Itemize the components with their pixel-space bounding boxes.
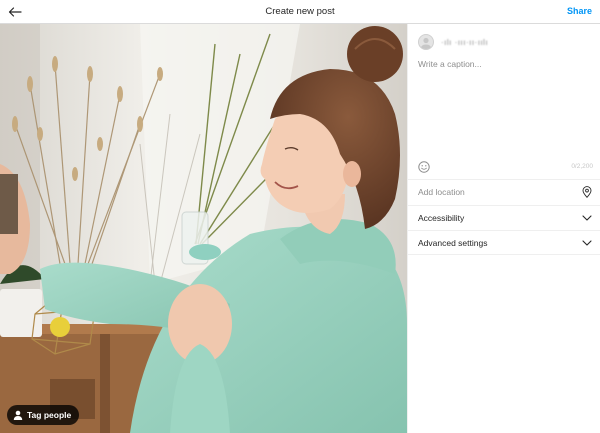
smiley-icon [418,161,430,173]
page-title: Create new post [265,6,335,17]
emoji-button[interactable] [418,160,430,173]
default-avatar-icon [420,37,432,49]
chevron-down-icon [582,215,592,221]
tag-people-label: Tag people [27,410,72,420]
advanced-settings-section[interactable]: Advanced settings [408,230,600,255]
username: ·ılı ·ııı·ıı·ıılı [441,37,489,47]
add-location-field[interactable]: Add location [408,179,600,204]
user-row: ·ılı ·ııı·ıı·ıılı [418,34,488,50]
avatar [418,34,434,50]
advanced-settings-label: Advanced settings [418,237,488,248]
photo-preview[interactable]: Tag people [0,24,407,433]
post-photo [0,24,407,433]
caption-char-count: 0/2,200 [571,163,593,170]
post-details-panel: ·ılı ·ııı·ıı·ıılı 0/2,200 Add location A… [407,24,600,433]
accessibility-section[interactable]: Accessibility [408,205,600,230]
share-button[interactable]: Share [567,6,592,16]
create-post-modal: Create new post Share Tag people ·ılı ·ı… [0,0,600,433]
tag-people-button[interactable]: Tag people [7,405,80,425]
person-icon [13,410,23,420]
add-location-label: Add location [418,187,465,197]
caption-input[interactable] [418,59,594,177]
modal-header: Create new post Share [0,0,600,24]
location-pin-icon [582,186,592,198]
chevron-down-icon [582,239,592,246]
accessibility-label: Accessibility [418,213,465,223]
